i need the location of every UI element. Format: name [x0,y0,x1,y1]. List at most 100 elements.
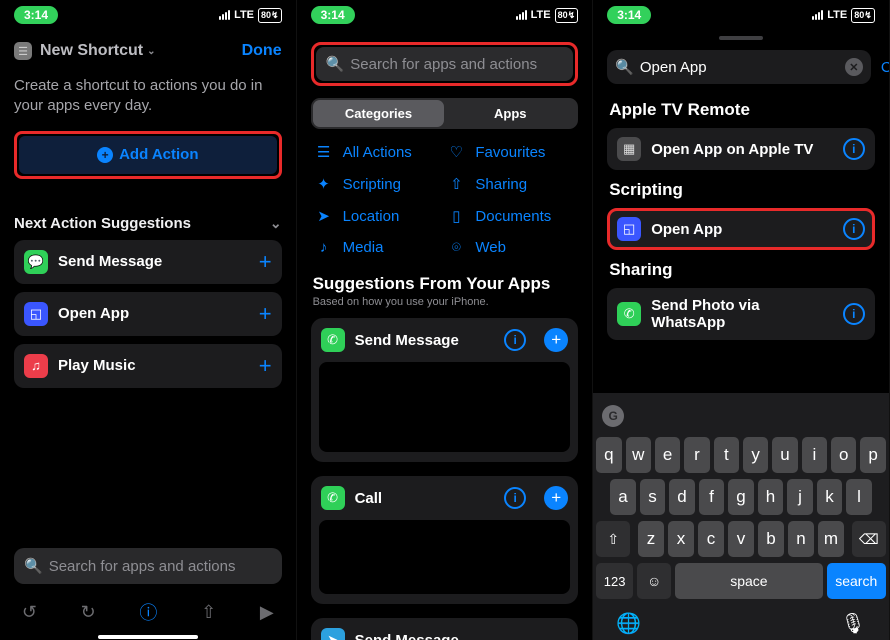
key-u[interactable]: u [772,437,797,473]
key-x[interactable]: x [668,521,694,557]
result-send-photo-whatsapp[interactable]: ✆ Send Photo via WhatsApp i [607,288,875,340]
category-documents[interactable]: ▯Documents [447,207,574,225]
open-app-icon: ◱ [617,217,641,241]
segment-apps[interactable]: Apps [444,100,576,127]
signal-icon [516,10,527,20]
result-open-app[interactable]: ◱ Open App i [607,208,875,250]
key-g[interactable]: g [728,479,754,515]
info-icon[interactable]: ⓘ [139,599,157,625]
status-bar: 3:14 LTE 80↯ [0,0,296,30]
result-open-app-apple-tv[interactable]: ▦ Open App on Apple TV i [607,128,875,170]
info-icon[interactable]: i [504,329,526,351]
search-input[interactable]: 🔍 ✕ [607,50,871,84]
key-v[interactable]: v [728,521,754,557]
done-button[interactable]: Done [242,42,282,60]
key-k[interactable]: k [817,479,843,515]
key-r[interactable]: r [684,437,709,473]
suggestion-send-message[interactable]: 💬 Send Message + [14,240,282,284]
backspace-key[interactable]: ⌫ [852,521,886,557]
play-icon[interactable]: ▶ [260,602,274,623]
info-icon[interactable]: i [843,138,865,160]
emoji-key[interactable]: ☺ [637,563,671,599]
apple-tv-icon: ▦ [617,137,641,161]
add-icon[interactable]: + [259,353,272,379]
category-all-actions[interactable]: ☰All Actions [315,143,442,161]
suggestions-header[interactable]: Next Action Suggestions ⌄ [0,179,296,240]
undo-icon[interactable]: ↺ [22,602,37,623]
info-icon[interactable]: i [504,487,526,509]
telegram-icon: ➤ [321,628,345,640]
search-input[interactable]: 🔍 Search for apps and actions [316,47,574,81]
suggestion-open-app[interactable]: ◱ Open App + [14,292,282,336]
status-bar: 3:14 LTE 80↯ [297,0,593,30]
search-input[interactable]: 🔍 Search for apps and actions [14,548,282,584]
suggestion-card-call[interactable]: ✆ Call i + [311,476,579,604]
key-s[interactable]: s [640,479,666,515]
key-h[interactable]: h [758,479,784,515]
category-web[interactable]: ⌾Web [447,239,574,256]
grammarly-icon[interactable]: G [602,405,624,427]
key-t[interactable]: t [714,437,739,473]
mic-icon[interactable]: 🎙 [840,611,865,636]
key-d[interactable]: d [669,479,695,515]
category-location[interactable]: ➤Location [315,207,442,225]
key-l[interactable]: l [846,479,872,515]
key-o[interactable]: o [831,437,856,473]
share-icon[interactable]: ⇧ [201,602,216,623]
clear-icon[interactable]: ✕ [845,58,863,76]
add-icon[interactable]: + [544,328,568,352]
add-icon[interactable]: + [259,249,272,275]
key-p[interactable]: p [860,437,885,473]
search-field[interactable] [640,59,839,76]
shortcut-title[interactable]: New Shortcut ⌄ [40,42,234,60]
info-icon[interactable]: i [843,218,865,240]
shift-key[interactable]: ⇧ [596,521,630,557]
suggestion-play-music[interactable]: ♫ Play Music + [14,344,282,388]
battery-icon: 80↯ [851,8,875,23]
keyboard[interactable]: G qwertyuiop asdfghjkl ⇧ zxcvbnm ⌫ 123 ☺… [593,393,889,640]
key-b[interactable]: b [758,521,784,557]
key-c[interactable]: c [698,521,724,557]
key-n[interactable]: n [788,521,814,557]
segment-categories[interactable]: Categories [313,100,445,127]
signal-icon [812,10,823,20]
network-label: LTE [531,9,551,21]
space-key[interactable]: space [675,563,823,599]
suggestion-card-telegram[interactable]: ➤ Send Message [311,618,579,640]
shortcut-icon[interactable]: ☰ [14,42,32,60]
redo-icon[interactable]: ↻ [81,602,96,623]
search-key[interactable]: search [827,563,886,599]
segment-control[interactable]: Categories Apps [311,98,579,129]
category-media[interactable]: ♪Media [315,239,442,256]
key-w[interactable]: w [626,437,651,473]
globe-icon[interactable]: 🌐 [616,611,641,636]
add-action-button[interactable]: + Add Action [19,136,277,174]
battery-icon: 80↯ [555,8,579,23]
numbers-key[interactable]: 123 [596,563,633,599]
key-q[interactable]: q [596,437,621,473]
key-m[interactable]: m [818,521,844,557]
category-scripting[interactable]: ✦Scripting [315,175,442,193]
status-right: LTE 80↯ [219,8,282,23]
add-icon[interactable]: + [259,301,272,327]
key-z[interactable]: z [638,521,664,557]
key-a[interactable]: a [610,479,636,515]
info-icon[interactable]: i [843,303,865,325]
category-sharing[interactable]: ⇧Sharing [447,175,574,193]
intro-text: Create a shortcut to actions you do in y… [0,72,296,131]
key-j[interactable]: j [787,479,813,515]
key-e[interactable]: e [655,437,680,473]
category-favourites[interactable]: ♡Favourites [447,143,574,161]
card-label: Send Message [355,332,495,349]
suggestion-card-send-message[interactable]: ✆ Send Message i + [311,318,579,462]
home-indicator[interactable] [98,635,198,639]
result-label: Send Photo via WhatsApp [651,297,833,331]
suggestion-label: Send Message [58,253,249,270]
status-bar: 3:14 LTE 80↯ [593,0,889,30]
key-f[interactable]: f [699,479,725,515]
screen-action-browser: 3:14 LTE 80↯ 🔍 Search for apps and actio… [297,0,594,640]
key-i[interactable]: i [802,437,827,473]
key-y[interactable]: y [743,437,768,473]
cancel-button[interactable]: Cancel [881,59,890,76]
add-icon[interactable]: + [544,486,568,510]
